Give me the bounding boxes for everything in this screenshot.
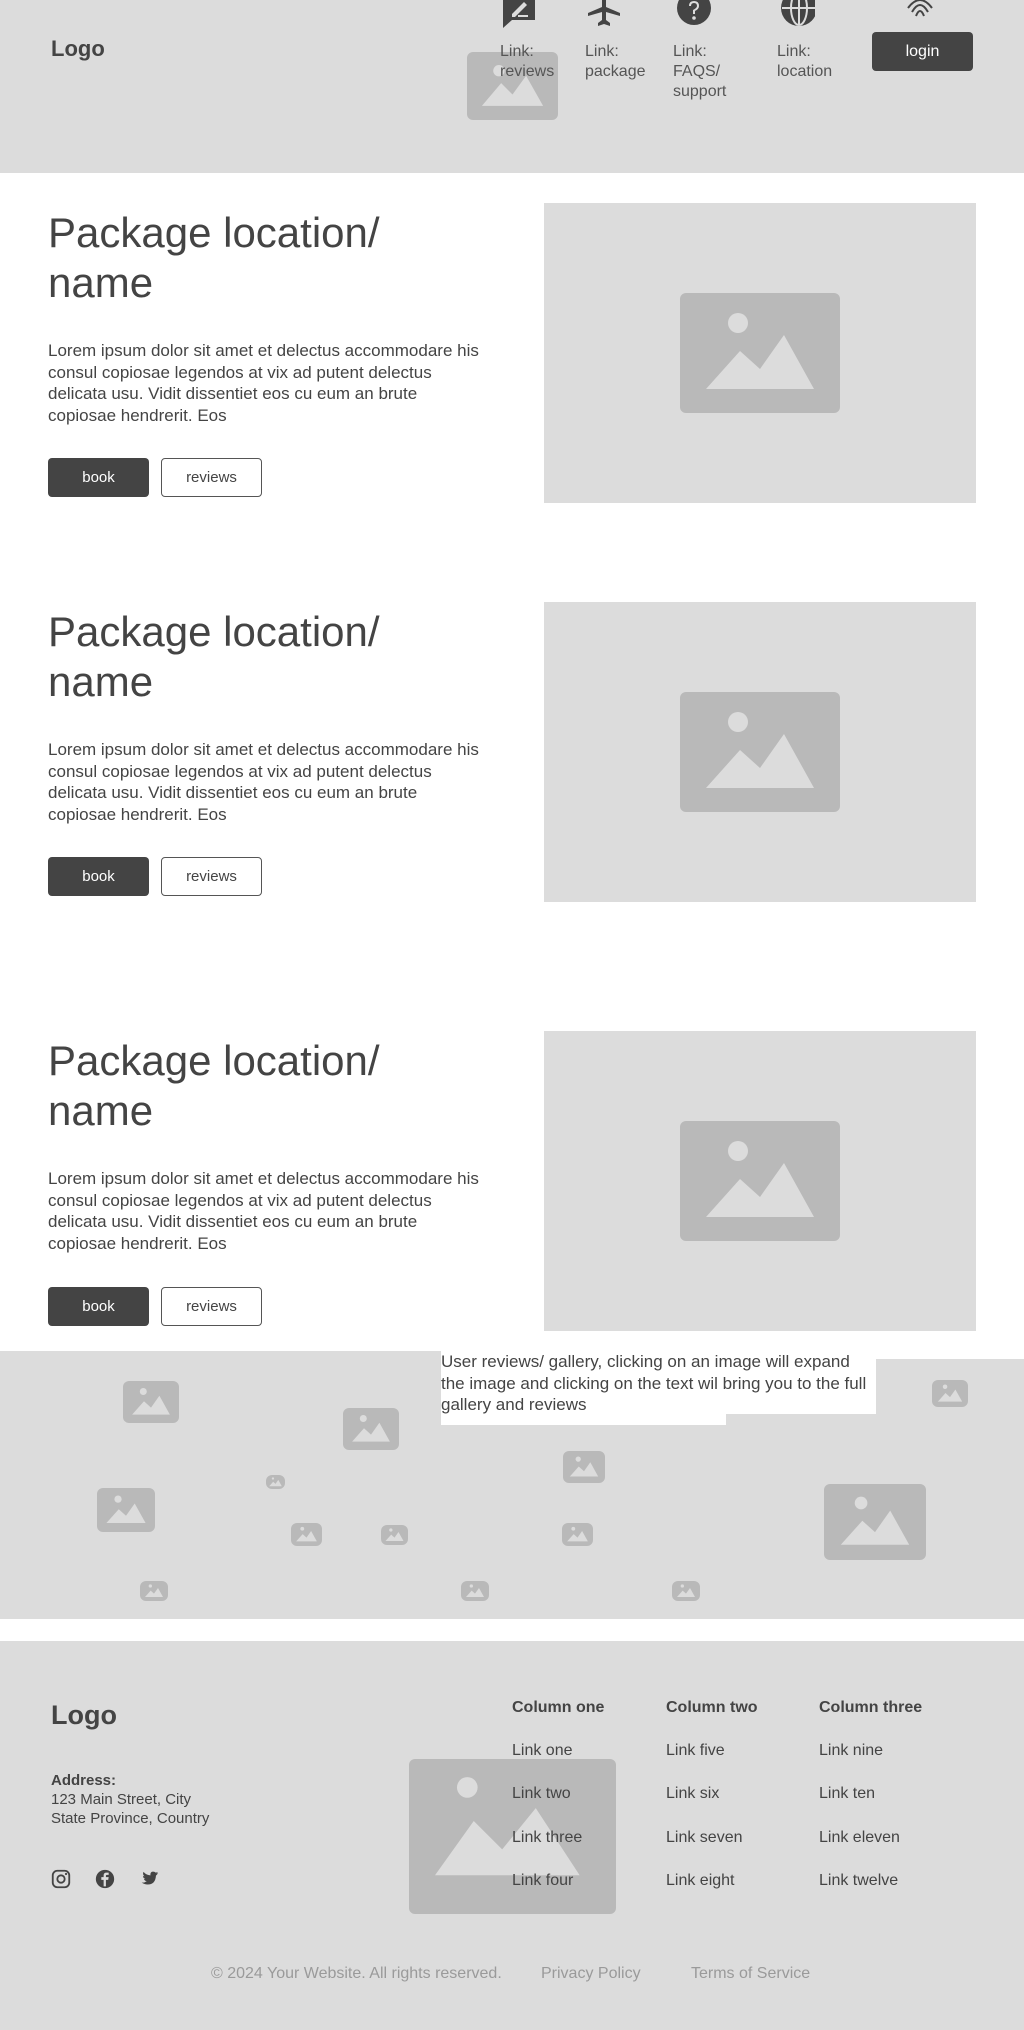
gallery-image[interactable] bbox=[461, 1581, 489, 1601]
gallery-image[interactable] bbox=[123, 1381, 179, 1423]
package-description: Lorem ipsum dolor sit amet et delectus a… bbox=[48, 1169, 479, 1253]
footer-link[interactable]: Link seven bbox=[666, 1829, 743, 1847]
image-icon bbox=[680, 293, 840, 413]
footer-link[interactable]: Link nine bbox=[819, 1742, 883, 1760]
book-button[interactable]: book bbox=[48, 458, 149, 497]
package-description: Lorem ipsum dolor sit amet et delectus a… bbox=[48, 740, 479, 824]
facebook-icon[interactable] bbox=[94, 1868, 116, 1890]
image-icon bbox=[680, 1121, 840, 1241]
package-title: Package location/ name bbox=[48, 608, 380, 705]
reviews-button[interactable]: reviews bbox=[161, 857, 262, 896]
footer-link[interactable]: Link ten bbox=[819, 1785, 875, 1803]
footer-logo[interactable]: Logo bbox=[51, 1700, 117, 1731]
site-footer: Logo Address: 123 Main Street, City Stat… bbox=[0, 1641, 1024, 2030]
twitter-icon[interactable] bbox=[138, 1868, 160, 1890]
footer-link[interactable]: Link eleven bbox=[819, 1829, 900, 1847]
nav-link-label: Link: location bbox=[777, 43, 833, 80]
gallery-image[interactable] bbox=[562, 1523, 593, 1546]
privacy-policy-link[interactable]: Privacy Policy bbox=[541, 1965, 641, 1983]
reviews-button[interactable]: reviews bbox=[161, 458, 262, 497]
terms-of-service-link[interactable]: Terms of Service bbox=[691, 1965, 810, 1983]
header-logo[interactable]: Logo bbox=[51, 36, 105, 62]
site-header: Logo Link: reviews Link: package Link: F… bbox=[0, 0, 1024, 173]
fingerprint-icon[interactable] bbox=[900, 0, 940, 20]
gallery-image[interactable] bbox=[291, 1523, 322, 1546]
nav-link-label: Link: reviews bbox=[500, 43, 555, 80]
book-button[interactable]: book bbox=[48, 1287, 149, 1326]
footer-link[interactable]: Link four bbox=[512, 1872, 573, 1890]
address-line: State Province, Country bbox=[51, 1810, 210, 1827]
footer-link[interactable]: Link three bbox=[512, 1829, 582, 1847]
package-image[interactable] bbox=[544, 1031, 976, 1331]
footer-link[interactable]: Link six bbox=[666, 1785, 719, 1803]
gallery-image[interactable] bbox=[266, 1475, 285, 1489]
package-title: Package location/ name bbox=[48, 1037, 380, 1134]
login-button[interactable]: login bbox=[872, 32, 973, 71]
footer-link[interactable]: Link eight bbox=[666, 1872, 735, 1890]
package-image[interactable] bbox=[544, 602, 976, 902]
nav-link-label: Link: FAQS/ support bbox=[673, 43, 727, 100]
instagram-icon[interactable] bbox=[50, 1868, 72, 1890]
reviews-button[interactable]: reviews bbox=[161, 1287, 262, 1326]
gallery-image[interactable] bbox=[381, 1525, 408, 1545]
address-label: Address: bbox=[51, 1772, 117, 1789]
gallery-image[interactable] bbox=[563, 1451, 605, 1483]
gallery-image[interactable] bbox=[97, 1488, 155, 1532]
gallery-image[interactable] bbox=[672, 1581, 700, 1601]
nav-link-location[interactable]: Link: location bbox=[777, 0, 847, 82]
footer-link[interactable]: Link twelve bbox=[819, 1872, 898, 1890]
package-description: Lorem ipsum dolor sit amet et delectus a… bbox=[48, 341, 479, 425]
gallery-image[interactable] bbox=[932, 1380, 968, 1407]
nav-link-faqs-support[interactable]: Link: FAQS/ support bbox=[673, 0, 743, 102]
footer-column-title: Column one bbox=[512, 1699, 605, 1716]
address-line: 123 Main Street, City bbox=[51, 1791, 192, 1808]
gallery-section bbox=[0, 1351, 1024, 1619]
gallery-image[interactable] bbox=[140, 1581, 168, 1601]
footer-link[interactable]: Link two bbox=[512, 1785, 571, 1803]
footer-column-title: Column two bbox=[666, 1699, 758, 1716]
footer-column-title: Column three bbox=[819, 1699, 923, 1716]
nav-link-reviews[interactable]: Link: reviews bbox=[500, 0, 570, 82]
help-icon bbox=[673, 0, 711, 28]
book-button[interactable]: book bbox=[48, 857, 149, 896]
rate-review-icon bbox=[500, 0, 538, 28]
copyright-text: © 2024 Your Website. All rights reserved… bbox=[211, 1965, 502, 1982]
package-title: Package location/ name bbox=[48, 209, 380, 306]
package-image[interactable] bbox=[544, 203, 976, 503]
airplane-icon bbox=[585, 0, 623, 28]
image-icon bbox=[680, 692, 840, 812]
globe-icon bbox=[777, 0, 817, 28]
nav-link-label: Link: package bbox=[585, 43, 646, 80]
gallery-image[interactable] bbox=[343, 1408, 399, 1450]
gallery-image[interactable] bbox=[824, 1484, 926, 1560]
footer-link[interactable]: Link one bbox=[512, 1742, 573, 1760]
footer-link[interactable]: Link five bbox=[666, 1742, 725, 1760]
nav-link-package[interactable]: Link: package bbox=[585, 0, 655, 82]
